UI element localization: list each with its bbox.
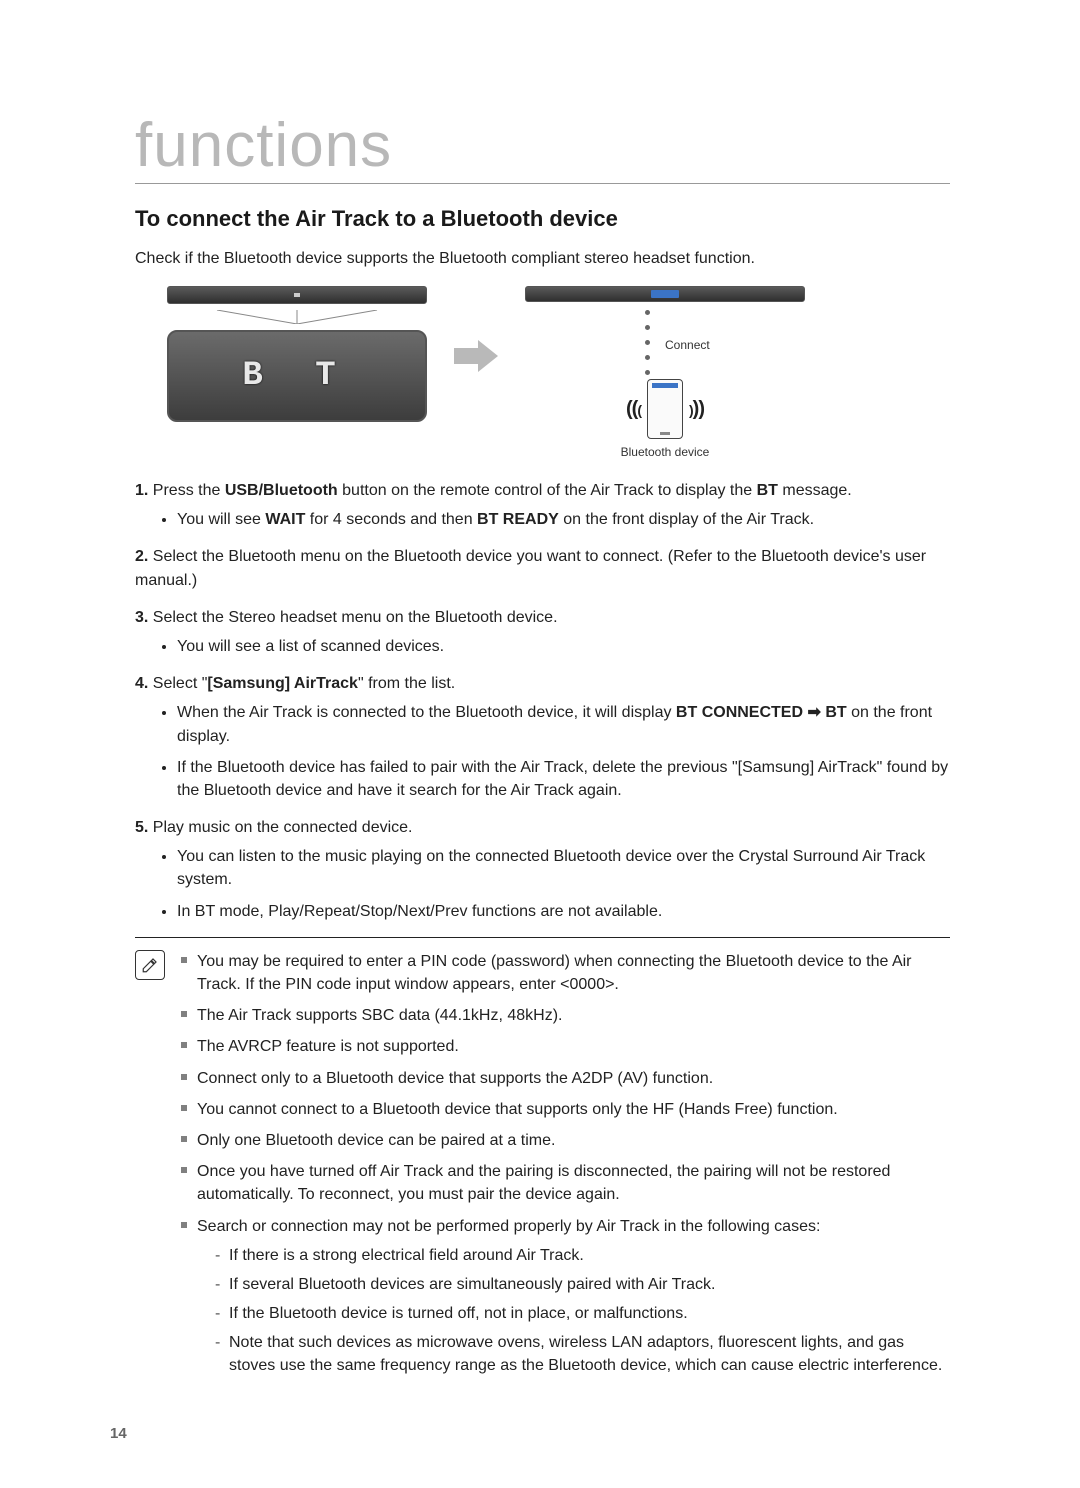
step-number: 5. [135,819,153,836]
list-item: You will see WAIT for 4 seconds and then… [177,508,950,531]
note-subitem: Note that such devices as microwave oven… [215,1331,950,1377]
note-item: Connect only to a Bluetooth device that … [181,1067,950,1090]
step-number: 4. [135,675,153,692]
note-subitem: If the Bluetooth device is turned off, n… [215,1302,950,1325]
arrow-icon [447,338,505,374]
phone-icon [647,379,683,439]
list-item: You can listen to the music playing on t… [177,845,950,891]
wave-left-icon: ((( [626,398,641,421]
note-item: Search or connection may not be performe… [181,1215,950,1378]
section-header: functions [135,110,950,184]
note-subitem: If several Bluetooth devices are simulta… [215,1273,950,1296]
list-item: If the Bluetooth device has failed to pa… [177,756,950,802]
intro-text: Check if the Bluetooth device supports t… [135,250,950,268]
wave-right-icon: ))) [689,398,704,421]
list-item: You will see a list of scanned devices. [177,635,950,658]
front-display: B T [167,330,427,422]
list-item: In BT mode, Play/Repeat/Stop/Next/Prev f… [177,900,950,923]
list-item: When the Air Track is connected to the B… [177,701,950,747]
soundbar-icon [167,286,427,304]
note-item: The Air Track supports SBC data (44.1kHz… [181,1004,950,1027]
note-item: Only one Bluetooth device can be paired … [181,1129,950,1152]
note-subitem: If there is a strong electrical field ar… [215,1244,950,1267]
tv-soundbar-icon [525,286,805,302]
note-item: Once you have turned off Air Track and t… [181,1160,950,1206]
soundbar-figure: B T [157,286,437,422]
page-title: To connect the Air Track to a Bluetooth … [135,206,950,232]
connection-diagram: B T Connect ((( ))) Bluetooth device [135,286,950,459]
instruction-steps: 1. Press the USB/Bluetooth button on the… [135,479,950,923]
note-item: You may be required to enter a PIN code … [181,950,950,996]
bt-device-caption: Bluetooth device [621,445,710,459]
note-block: You may be required to enter a PIN code … [135,950,950,1386]
divider [135,937,950,938]
step-number: 3. [135,609,153,626]
note-pencil-icon [135,950,165,980]
note-item: The AVRCP feature is not supported. [181,1035,950,1058]
bluetooth-device-figure: Connect ((( ))) Bluetooth device [515,286,815,459]
step-number: 1. [135,482,153,499]
page-number: 14 [110,1425,127,1442]
step-number: 2. [135,548,153,565]
note-item: You cannot connect to a Bluetooth device… [181,1098,950,1121]
connect-label: Connect [665,338,710,352]
